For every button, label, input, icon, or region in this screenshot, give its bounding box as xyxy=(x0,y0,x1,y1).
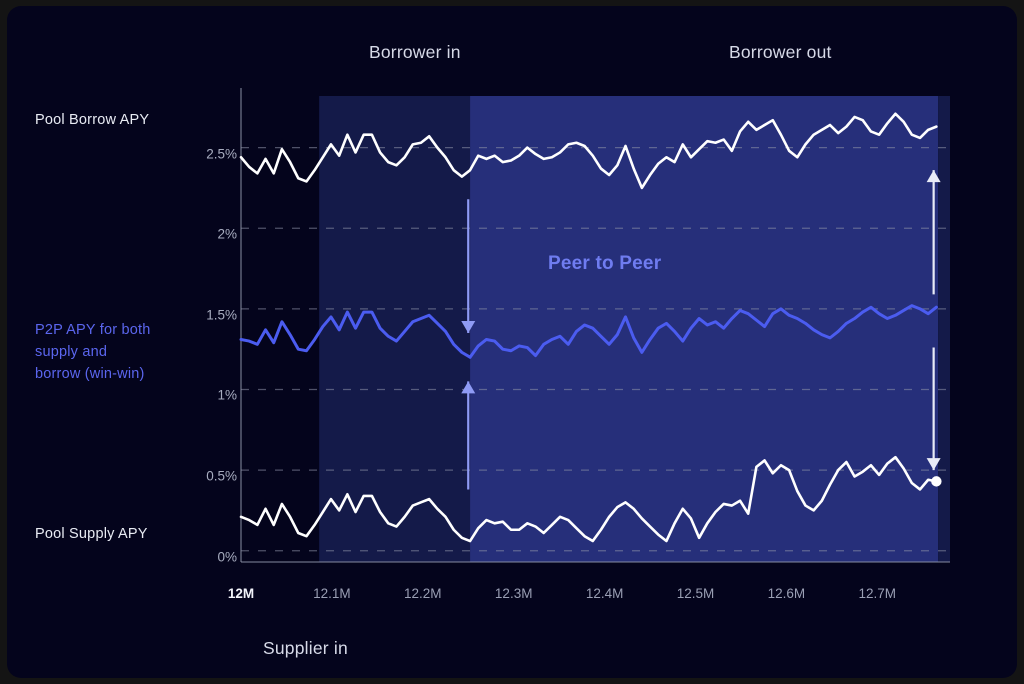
x-tick-label: 12.2M xyxy=(404,586,442,601)
y-tick-label: 0% xyxy=(217,549,237,565)
y-tick-label: 2% xyxy=(217,226,237,242)
shaded-region xyxy=(470,96,939,562)
peer-to-peer-annotation: Peer to Peer xyxy=(548,253,662,274)
screenshot-root: Borrower in Borrower out Supplier in Poo… xyxy=(0,0,1024,684)
x-tick-label: 12M xyxy=(227,586,255,601)
y-tick-label: 2.5% xyxy=(206,146,237,162)
x-tick-label: 12.5M xyxy=(676,586,715,601)
chart-canvas xyxy=(239,88,950,563)
chart-panel: Borrower in Borrower out Supplier in Poo… xyxy=(7,6,1017,678)
y-tick-label: 1% xyxy=(217,387,237,403)
y-tick-label: 1.5% xyxy=(206,307,237,323)
y-tick-label: 0.5% xyxy=(206,468,237,484)
x-tick-label: 12.6M xyxy=(767,586,806,601)
y-axis-tick-labels: 0% 0.5% 1% 1.5% 2% 2.5% xyxy=(167,6,237,678)
x-tick-label: 12.3M xyxy=(494,586,533,601)
shaded-region xyxy=(938,96,950,562)
x-tick-label: 12.4M xyxy=(585,586,624,601)
x-tick-label: 12.7M xyxy=(858,586,897,601)
x-tick-label: 12.1M xyxy=(313,586,351,601)
series-end-marker xyxy=(931,476,942,487)
